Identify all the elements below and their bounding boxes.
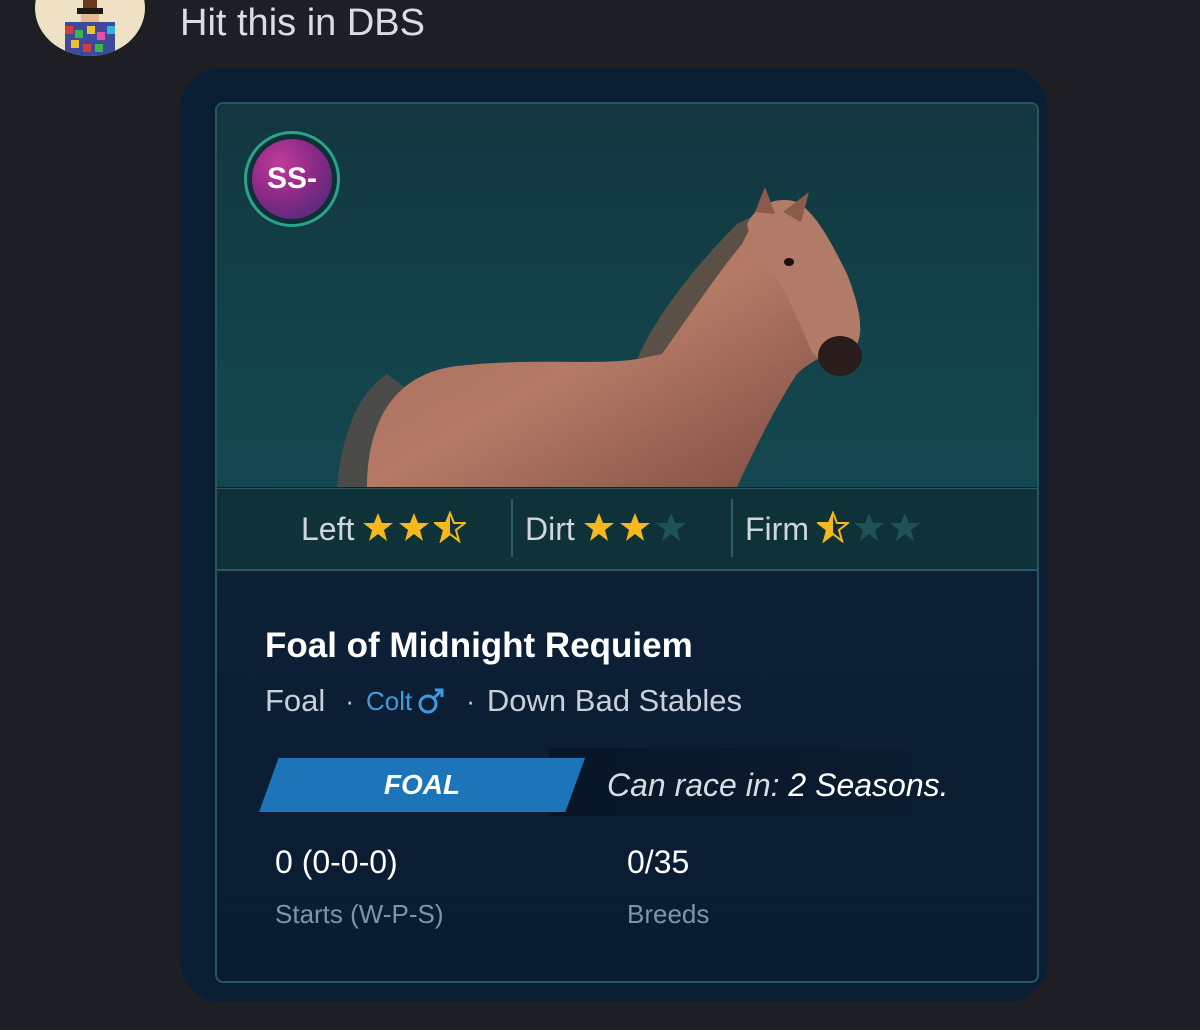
horse-image bbox=[337, 187, 862, 487]
sex-label: Colt bbox=[365, 685, 413, 716]
star-icon bbox=[889, 512, 920, 541]
star-icon bbox=[815, 509, 851, 544]
rating-stars bbox=[583, 511, 691, 548]
horse-card[interactable]: SS- Left Dirt Firm Foal of Midnight Requ… bbox=[215, 102, 1039, 983]
rating-label: Dirt bbox=[525, 510, 575, 547]
race-eligibility: Can race in: 2 Seasons. bbox=[607, 754, 949, 816]
star-icon bbox=[853, 512, 884, 541]
rating-left: Left bbox=[301, 489, 470, 569]
rating-label: Left bbox=[301, 510, 355, 547]
star-icon bbox=[655, 512, 686, 541]
breeds-label: Breeds bbox=[627, 899, 710, 929]
rating-divider bbox=[731, 499, 733, 557]
horse-meta: Foal · Colt · Down Bad Stables bbox=[265, 679, 742, 723]
stable-name[interactable]: Down Bad Stables bbox=[487, 683, 742, 719]
rating-divider bbox=[511, 499, 513, 557]
separator-dot: · bbox=[345, 685, 354, 716]
grade-text: SS- bbox=[252, 139, 332, 219]
race-value: 2 Seasons. bbox=[788, 767, 949, 803]
message-text: Hit this in DBS bbox=[180, 2, 425, 44]
user-avatar[interactable] bbox=[35, 0, 145, 56]
star-icon bbox=[432, 509, 469, 544]
male-symbol-icon bbox=[418, 688, 444, 714]
rating-stars bbox=[362, 509, 470, 548]
pixel-art-avatar-image bbox=[65, 0, 115, 56]
star-icon bbox=[619, 512, 650, 541]
rating-stars bbox=[815, 509, 925, 548]
starts-label: Starts (W-P-S) bbox=[275, 899, 444, 929]
rating-dirt: Dirt bbox=[525, 489, 691, 569]
star-icon bbox=[363, 512, 394, 541]
status-row: FOAL Can race in: 2 Seasons. bbox=[259, 748, 1029, 816]
foal-status-badge: FOAL bbox=[259, 758, 585, 812]
starts-value: 0 (0-0-0) bbox=[275, 844, 398, 880]
age-class: Foal bbox=[265, 683, 326, 718]
star-icon bbox=[399, 512, 430, 541]
horse-name[interactable]: Foal of Midnight Requiem bbox=[265, 626, 693, 666]
race-prefix: Can race in: bbox=[607, 767, 780, 803]
rating-label: Firm bbox=[745, 510, 809, 547]
star-icon bbox=[583, 512, 614, 541]
surface-ratings-bar: Left Dirt Firm bbox=[217, 488, 1037, 571]
separator-dot: · bbox=[466, 685, 475, 716]
grade-badge-icon: SS- bbox=[244, 131, 340, 227]
horse-image-area: SS- bbox=[217, 104, 1037, 487]
breeds-value: 0/35 bbox=[627, 844, 690, 880]
rating-firm: Firm bbox=[745, 489, 925, 569]
